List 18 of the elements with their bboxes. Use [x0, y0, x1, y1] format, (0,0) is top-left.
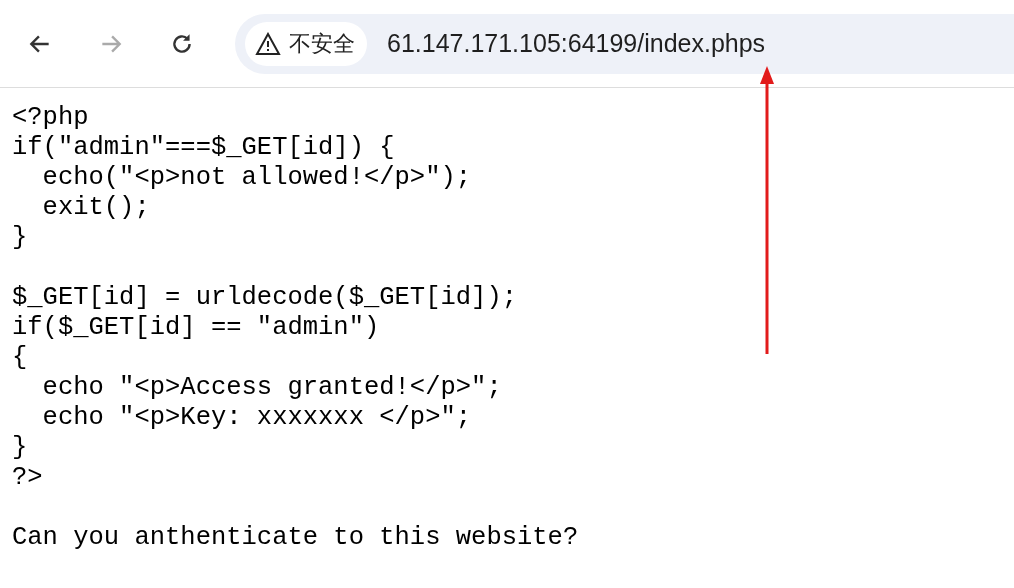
code-line: ?>	[12, 463, 44, 493]
code-line: if($_GET[id] == "admin")	[12, 313, 381, 343]
code-line: echo "<p>Access granted!</p>";	[41, 373, 503, 403]
code-line: <?php	[12, 103, 90, 133]
code-line: if("admin"===$_GET[id]) {	[12, 133, 396, 163]
warning-icon	[255, 31, 281, 56]
code-line: Can you anthenticate to this website?	[12, 523, 580, 553]
code-line: $_GET[id] = urldecode($_GET[id]);	[12, 283, 518, 313]
url-text: 61.147.171.105:64199/index.phps	[387, 29, 766, 58]
code-line: }	[12, 433, 29, 463]
code-line: }	[12, 223, 29, 253]
code-line: echo("<p>not allowed!</p>");	[41, 163, 473, 193]
code-line: exit();	[41, 193, 151, 223]
code-line: {	[12, 343, 29, 373]
security-chip[interactable]: 不安全	[245, 21, 367, 66]
code-line: echo "<p>Key: xxxxxxx </p>";	[41, 403, 473, 433]
security-label: 不安全	[289, 29, 355, 58]
address-bar[interactable]: 不安全 61.147.171.105:64199/index.phps	[235, 13, 1014, 74]
